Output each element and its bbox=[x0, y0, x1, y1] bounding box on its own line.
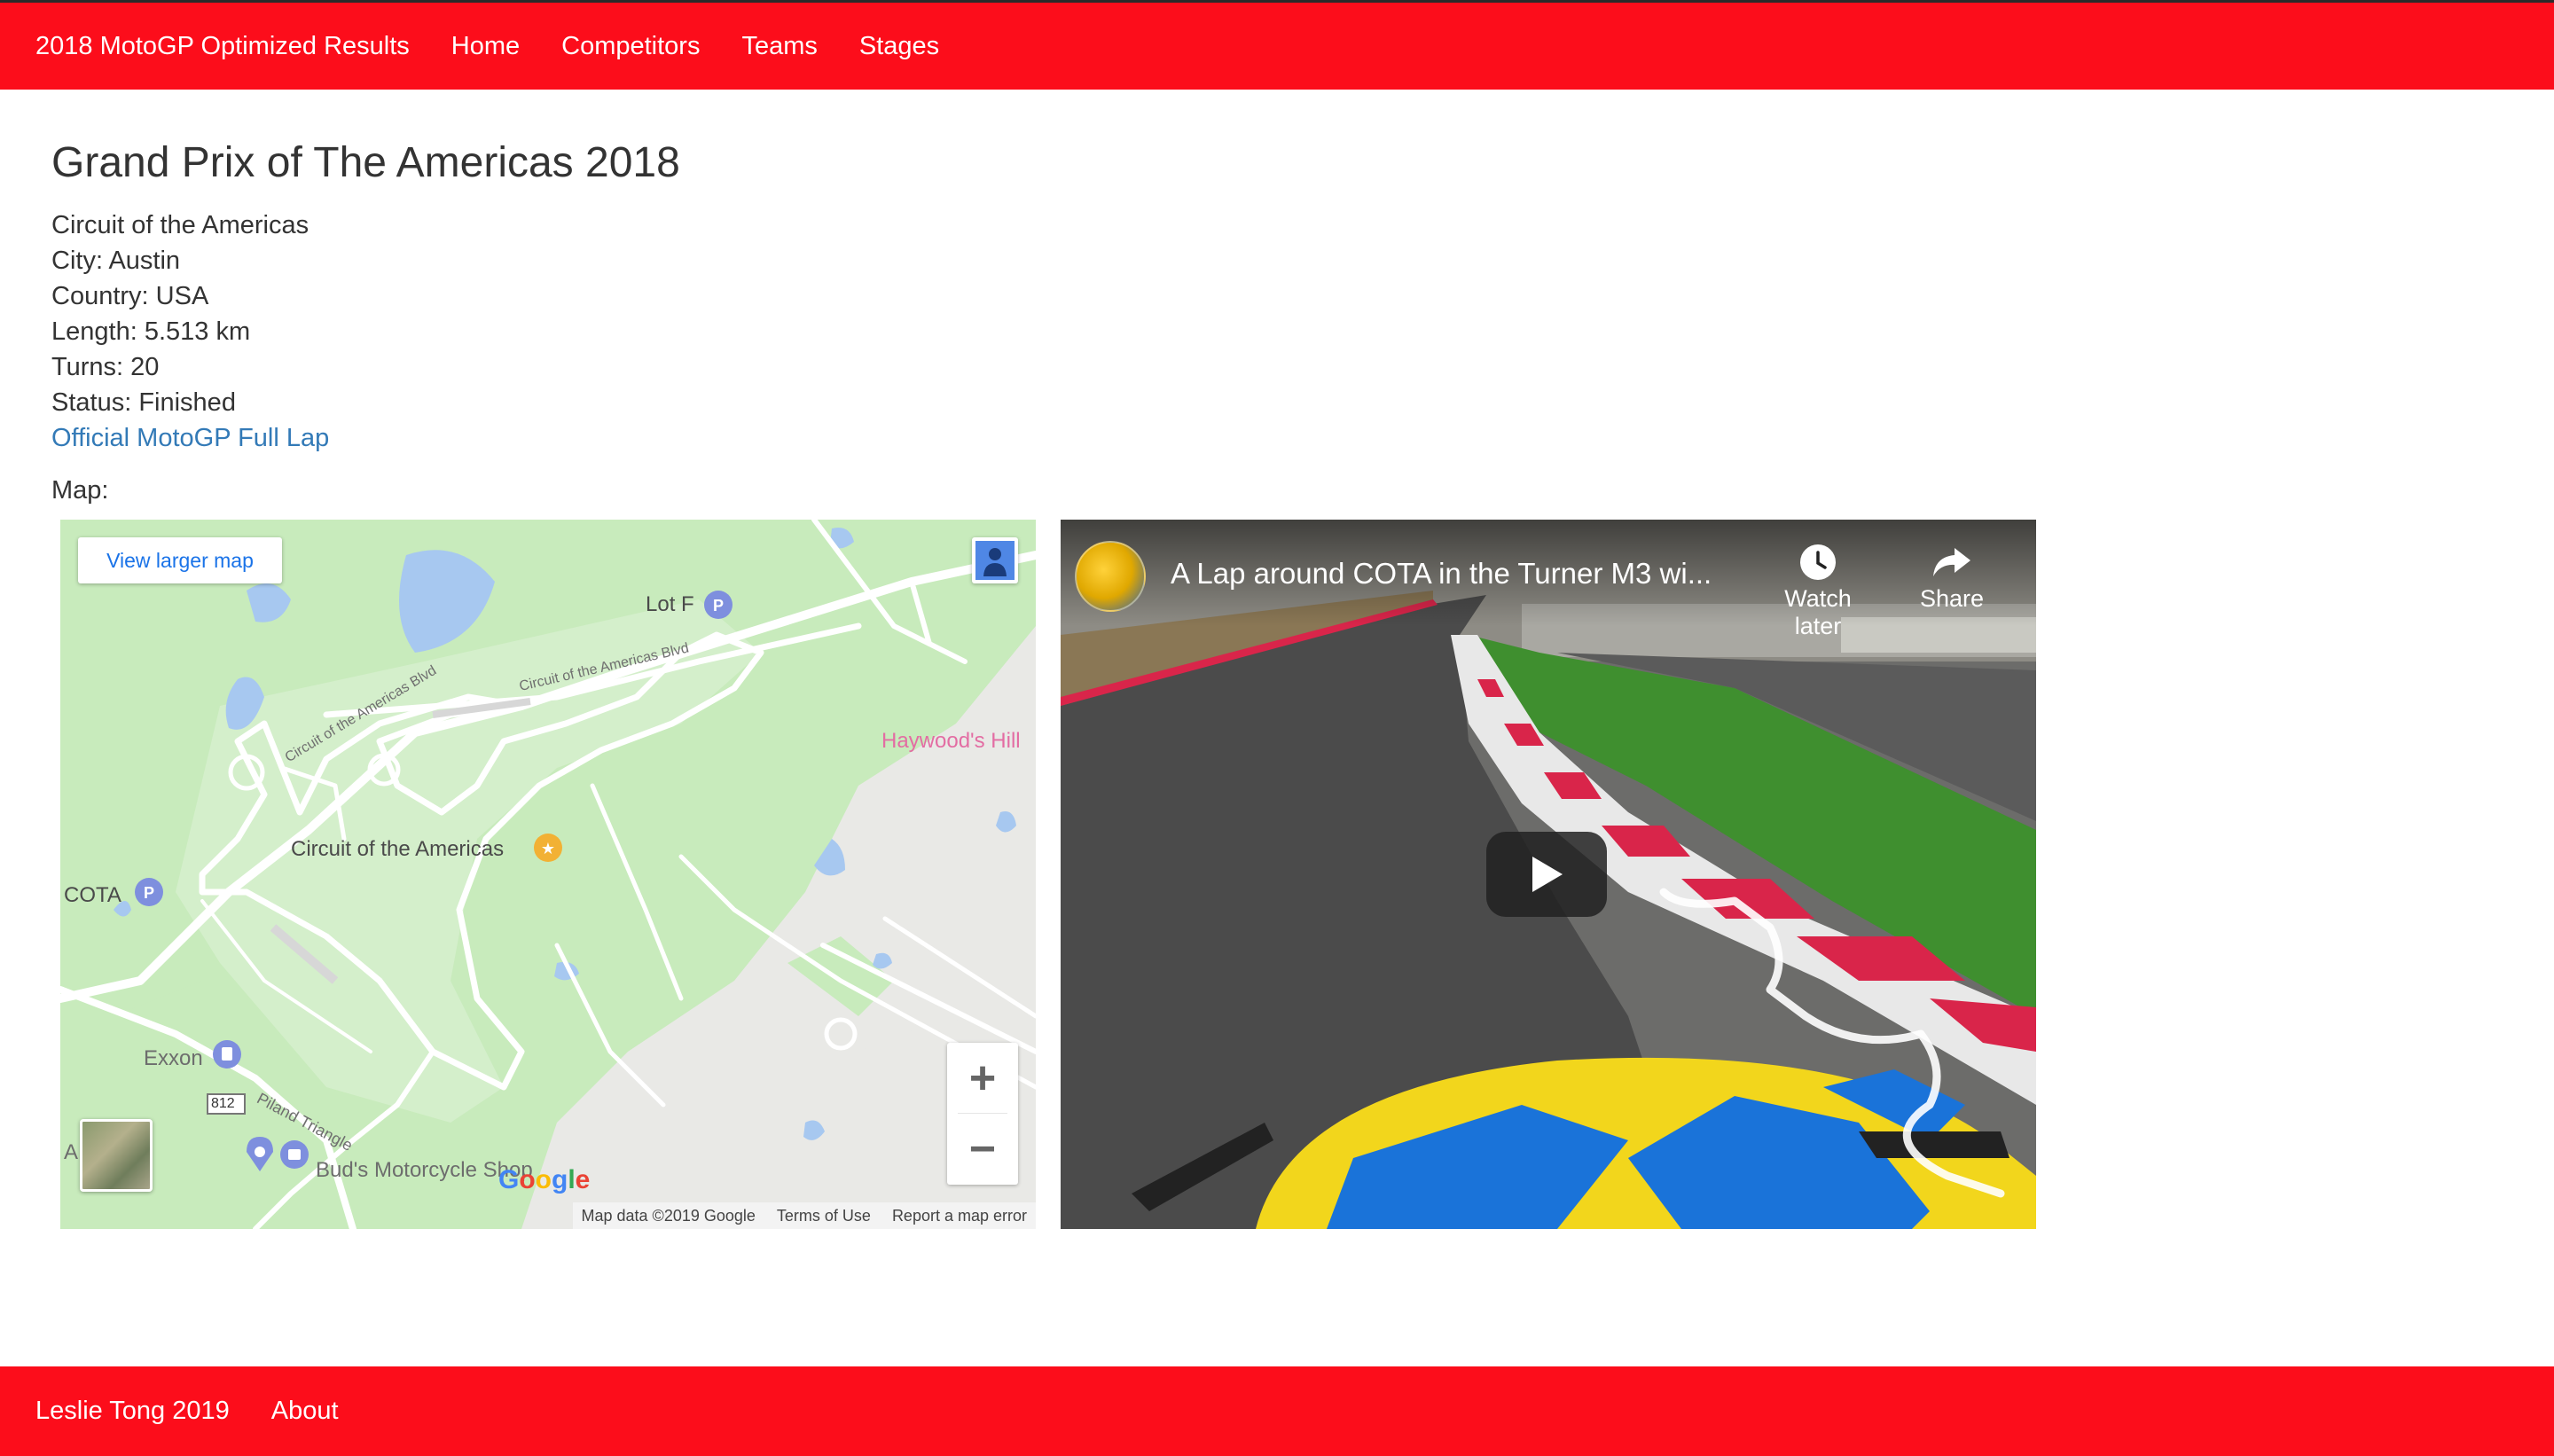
play-icon bbox=[1532, 857, 1563, 892]
street-view-pegman-icon[interactable] bbox=[972, 537, 1018, 583]
status-info: Status: Finished bbox=[51, 388, 236, 417]
map-label-haywoods-hill: Haywood's Hill bbox=[881, 729, 1021, 753]
page-title: Grand Prix of The Americas 2018 bbox=[51, 139, 680, 186]
city-info: City: Austin bbox=[51, 247, 181, 275]
zoom-in-button[interactable]: + bbox=[947, 1043, 1018, 1114]
circuit-name: Circuit of the Americas bbox=[51, 211, 309, 239]
nav-stages[interactable]: Stages bbox=[859, 32, 939, 61]
share-arrow-icon bbox=[1903, 541, 2001, 583]
main-content: Grand Prix of The Americas 2018 Circuit … bbox=[51, 142, 680, 508]
nav-home[interactable]: Home bbox=[451, 32, 520, 61]
watch-later-label: Watch later bbox=[1784, 585, 1852, 639]
top-navbar: 2018 MotoGP Optimized Results Home Compe… bbox=[0, 0, 2554, 90]
brand-link[interactable]: 2018 MotoGP Optimized Results bbox=[35, 32, 410, 61]
youtube-embed[interactable]: A Lap around COTA in the Turner M3 wi...… bbox=[1061, 520, 2036, 1229]
share-label: Share bbox=[1919, 585, 1985, 612]
map-label-lot-f: Lot F bbox=[646, 592, 694, 616]
country-info: Country: USA bbox=[51, 282, 209, 310]
satellite-toggle[interactable] bbox=[80, 1119, 153, 1192]
clock-icon bbox=[1765, 541, 1871, 583]
terms-of-use-link[interactable]: Terms of Use bbox=[777, 1207, 871, 1225]
map-data-text: Map data ©2019 Google bbox=[581, 1206, 756, 1225]
footer-copyright: Leslie Tong 2019 bbox=[35, 1397, 230, 1425]
map-label-circuit: Circuit of the Americas bbox=[291, 837, 505, 861]
channel-avatar[interactable] bbox=[1075, 541, 1146, 612]
zoom-out-button[interactable]: − bbox=[947, 1114, 1018, 1185]
full-lap-link[interactable]: Official MotoGP Full Lap bbox=[51, 420, 680, 456]
nav-teams[interactable]: Teams bbox=[741, 32, 817, 61]
footer: Leslie Tong 2019 About bbox=[0, 1366, 2554, 1456]
svg-text:P: P bbox=[144, 884, 154, 902]
svg-text:★: ★ bbox=[541, 840, 555, 858]
map-label-road-812: 812 bbox=[211, 1096, 235, 1111]
map-label-cota: COTA bbox=[64, 883, 121, 907]
share-button[interactable]: Share bbox=[1903, 541, 2001, 613]
map-label-exxon: Exxon bbox=[144, 1046, 203, 1070]
map-canvas[interactable]: P P ★ bbox=[60, 520, 1036, 1229]
lot-f-pin: P bbox=[704, 591, 733, 619]
watch-later-button[interactable]: Watch later bbox=[1765, 541, 1871, 640]
zoom-control: + − bbox=[947, 1043, 1018, 1185]
video-title[interactable]: A Lap around COTA in the Turner M3 wi... bbox=[1171, 557, 1712, 591]
google-map[interactable]: P P ★ View larger map Lot F Haywood's Hi… bbox=[60, 520, 1036, 1229]
map-label: Map: bbox=[51, 476, 109, 505]
nav-competitors[interactable]: Competitors bbox=[561, 32, 700, 61]
map-attribution: Map data ©2019 Google Terms of Use Repor… bbox=[572, 1202, 1036, 1229]
google-logo: Google bbox=[498, 1165, 591, 1194]
play-button[interactable] bbox=[1486, 832, 1607, 917]
footer-about-link[interactable]: About bbox=[271, 1397, 339, 1426]
report-map-error-link[interactable]: Report a map error bbox=[892, 1207, 1027, 1225]
svg-text:P: P bbox=[713, 597, 724, 614]
length-info: Length: 5.513 km bbox=[51, 317, 251, 346]
turns-info: Turns: 20 bbox=[51, 353, 160, 381]
stage-details: Circuit of the Americas City: Austin Cou… bbox=[51, 207, 680, 456]
view-larger-map-button[interactable]: View larger map bbox=[78, 537, 282, 583]
